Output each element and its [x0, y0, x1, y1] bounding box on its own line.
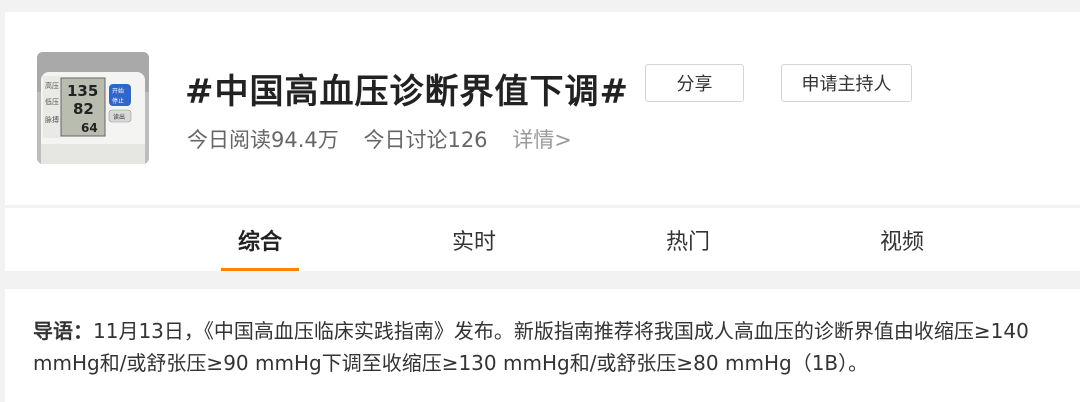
monitor-button-stop: 停止	[112, 97, 124, 105]
tab-label: 实时	[451, 229, 496, 255]
discussion-count: 今日讨论126	[363, 128, 488, 152]
blood-pressure-monitor-image: 高压 低压 脉搏 135 82 64 开始 停止 读出	[37, 52, 149, 164]
detail-link[interactable]: 详情>	[512, 128, 572, 152]
apply-host-button[interactable]: 申请主持人	[781, 64, 912, 102]
intro-text-block: 导语：11月13日，《中国高血压临床实践指南》发布。新版指南推荐将我国成人高血压…	[33, 315, 1073, 379]
topic-header: 高压 低压 脉搏 135 82 64 开始 停止 读出 #中国高血压诊断界值下调…	[5, 12, 1080, 205]
monitor-label-low: 低压	[45, 97, 59, 106]
intro-label: 导语：	[33, 319, 93, 343]
share-button[interactable]: 分享	[645, 64, 744, 102]
tab-label: 视频	[879, 229, 924, 255]
topic-thumbnail[interactable]: 高压 低压 脉搏 135 82 64 开始 停止 读出	[37, 52, 149, 164]
monitor-label-pulse: 脉搏	[45, 115, 59, 124]
monitor-label-high: 高压	[45, 81, 59, 90]
tab-hot[interactable]: 热门	[628, 208, 748, 271]
topic-title: #中国高血压诊断界值下调#	[185, 72, 629, 112]
tab-label: 综合	[237, 229, 282, 255]
monitor-button-recall: 读出	[113, 113, 125, 121]
tab-label: 热门	[665, 229, 710, 255]
intro-section: 导语：11月13日，《中国高血压临床实践指南》发布。新版指南推荐将我国成人高血压…	[5, 289, 1080, 402]
intro-text: 11月13日，《中国高血压临床实践指南》发布。新版指南推荐将我国成人高血压的诊断…	[33, 319, 1029, 375]
monitor-button-start: 开始	[112, 87, 124, 95]
active-tab-indicator	[221, 268, 299, 271]
tab-realtime[interactable]: 实时	[414, 208, 534, 271]
tab-comprehensive[interactable]: 综合	[200, 208, 320, 271]
tab-video[interactable]: 视频	[842, 208, 962, 271]
tab-bar: 综合 实时 热门 视频	[5, 208, 1080, 271]
monitor-reading-pulse: 64	[81, 121, 98, 135]
monitor-reading-diastolic: 82	[73, 100, 94, 118]
monitor-reading-systolic: 135	[67, 82, 98, 100]
read-count: 今日阅读94.4万	[187, 128, 339, 152]
topic-stats: 今日阅读94.4万 今日讨论126 详情>	[187, 124, 590, 154]
